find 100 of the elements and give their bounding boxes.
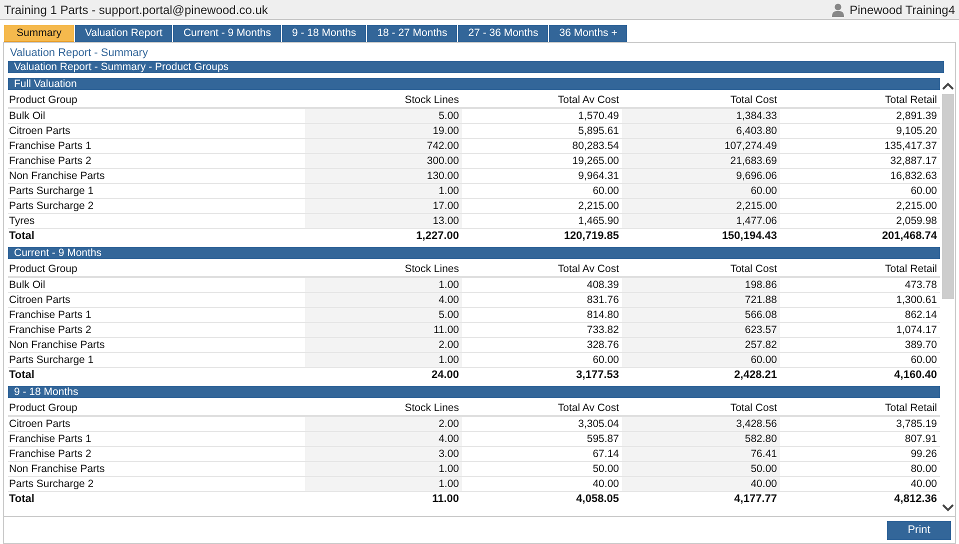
column-header: Product Group — [8, 93, 78, 107]
table-cell-text: 831.76 — [586, 293, 620, 307]
table-cell: 107,274.49 — [622, 139, 780, 153]
table-cell-text: Non Franchise Parts — [8, 338, 106, 352]
table-cell: 1.00 — [305, 477, 462, 491]
section-header-bar: Full Valuation — [8, 78, 940, 90]
tab[interactable]: Valuation Report — [75, 25, 172, 42]
table-cell: 50.00 — [622, 462, 780, 476]
table-cell: 5.00 — [305, 308, 462, 322]
table-cell-text: 1,570.49 — [577, 109, 620, 123]
table-cell-text: 2,215.00 — [577, 199, 620, 213]
table-cell: 2.00 — [305, 417, 462, 431]
table-cell-text: 60.00 — [910, 184, 938, 198]
table-cell-text: Citroen Parts — [8, 417, 72, 431]
table-cell-text: Parts Surcharge 1 — [8, 184, 95, 198]
table-cell: 1,477.06 — [622, 214, 780, 228]
column-header: Total Retail — [884, 401, 938, 415]
print-button[interactable]: Print — [887, 520, 951, 540]
table-cell: 40.00 — [622, 477, 780, 491]
column-header: Product Group — [8, 262, 78, 276]
tab[interactable]: 9 - 18 Months — [282, 25, 366, 42]
total-cell-text: 1,227.00 — [415, 229, 460, 243]
tab[interactable]: 18 - 27 Months — [367, 25, 458, 42]
table-cell-text: 67.14 — [592, 447, 620, 461]
total-cell-text: 2,428.21 — [733, 368, 778, 382]
total-cell-text: 24.00 — [430, 368, 460, 382]
table-cell: 11.00 — [305, 323, 462, 337]
table-cell-text: 19,265.00 — [571, 154, 620, 168]
table-cell-text: 389.70 — [904, 338, 938, 352]
column-header: Product Group — [8, 401, 78, 415]
table-cell-text: 40.00 — [910, 477, 938, 491]
column-header: Total Retail — [884, 262, 938, 276]
total-cell-text: 201,468.74 — [880, 229, 938, 243]
tab[interactable]: Current - 9 Months — [173, 25, 281, 42]
total-cell-text: 4,058.05 — [575, 492, 620, 506]
table-cell: 130.00 — [305, 169, 462, 183]
total-cell-text: Total — [8, 492, 36, 506]
table-cell: 4.00 — [305, 293, 462, 307]
table-cell: 300.00 — [305, 154, 462, 168]
table-cell-text: Tyres — [8, 214, 36, 228]
column-header: Stock Lines — [404, 93, 460, 107]
table-cell: 3,428.56 — [622, 417, 780, 431]
table-cell: 742.00 — [305, 139, 462, 153]
total-cell-text: 4,160.40 — [893, 368, 938, 382]
total-cell-text: 150,194.43 — [720, 229, 778, 243]
table-cell-text: Franchise Parts 1 — [8, 139, 92, 153]
table-cell: 17.00 — [305, 199, 462, 213]
table-cell-text: 595.87 — [586, 432, 620, 446]
scroll-up-icon[interactable] — [942, 82, 954, 90]
table-cell-text: 1,300.61 — [895, 293, 938, 307]
window-title: Training 1 Parts - support.portal@pinewood.co.uk — [4, 2, 269, 16]
table-cell-text: 9,964.31 — [577, 169, 620, 183]
table-cell-text: Non Franchise Parts — [8, 169, 106, 183]
table-cell: 19.00 — [305, 124, 462, 138]
column-header: Total Cost — [729, 401, 778, 415]
table-cell-text: 2,215.00 — [895, 199, 938, 213]
table-cell-text: Bulk Oil — [8, 278, 46, 292]
table-cell: 21,683.69 — [622, 154, 780, 168]
report-header-bar: Valuation Report - Summary - Product Groups — [8, 61, 944, 73]
table-cell: 6,403.80 — [622, 124, 780, 138]
scrollbar-thumb[interactable] — [942, 94, 954, 299]
table-cell-text: Franchise Parts 2 — [8, 447, 92, 461]
total-cell-text: Total — [8, 368, 36, 382]
tab[interactable]: Summary — [4, 25, 74, 42]
table-cell-text: 135,417.37 — [883, 139, 938, 153]
table-cell: 1.00 — [305, 353, 462, 367]
column-header: Stock Lines — [404, 401, 460, 415]
table-cell: 2,215.00 — [622, 199, 780, 213]
table-cell: 60.00 — [622, 184, 780, 198]
column-header: Total Retail — [884, 93, 938, 107]
table-cell-text: 99.26 — [910, 447, 938, 461]
table-cell: 76.41 — [622, 447, 780, 461]
table-cell: 1.00 — [305, 462, 462, 476]
tab[interactable]: 36 Months + — [549, 25, 628, 42]
table-cell: 1,384.33 — [622, 109, 780, 123]
table-cell-text: Bulk Oil — [8, 109, 46, 123]
table-cell-text: Franchise Parts 2 — [8, 323, 92, 337]
column-header: Total Av Cost — [556, 401, 620, 415]
table-cell-text: 80,283.54 — [571, 139, 620, 153]
table-cell-text: 9,105.20 — [895, 124, 938, 138]
table-cell: 60.00 — [622, 353, 780, 367]
total-cell-text: Total — [8, 229, 36, 243]
table-cell: 198.86 — [622, 278, 780, 292]
section-header-bar: 9 - 18 Months — [8, 386, 940, 398]
page-title: Valuation Report - Summary — [9, 46, 149, 61]
table-cell-text: 328.76 — [586, 338, 620, 352]
table-cell-text: 16,832.63 — [889, 169, 938, 183]
user-name: Pinewood Training4 — [850, 2, 955, 16]
total-cell-text: 120,719.85 — [562, 229, 620, 243]
table-cell-text: Parts Surcharge 2 — [8, 199, 95, 213]
table-cell: 582.80 — [622, 432, 780, 446]
table-cell-text: 50.00 — [592, 462, 620, 476]
total-cell-text: 4,177.77 — [733, 492, 778, 506]
scroll-down-icon[interactable] — [942, 504, 954, 512]
table-cell-text: Franchise Parts 1 — [8, 308, 92, 322]
table-cell: 257.82 — [622, 338, 780, 352]
tab[interactable]: 27 - 36 Months — [458, 25, 548, 42]
table-cell-text: 862.14 — [904, 308, 938, 322]
table-cell-text: 60.00 — [910, 353, 938, 367]
column-header: Stock Lines — [404, 262, 460, 276]
